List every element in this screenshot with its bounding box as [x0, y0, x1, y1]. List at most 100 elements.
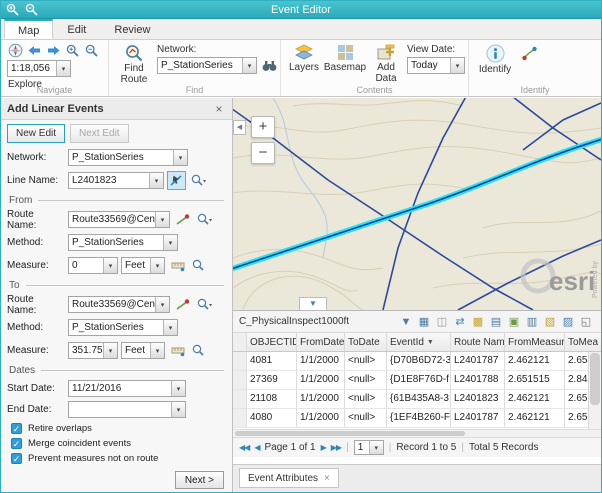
map-scale-select[interactable]: 1:18,056▾	[7, 60, 71, 77]
layers-button[interactable]: Layers	[285, 44, 323, 73]
pick-from-measure-icon[interactable]	[168, 256, 187, 275]
row-handle[interactable]	[233, 352, 247, 370]
table-row[interactable]: 273691/1/2000<null>{D1E8F76D-fL24017882.…	[233, 371, 588, 390]
checkbox-checked-icon[interactable]: ✓	[11, 423, 22, 434]
line-name-select[interactable]: L2401823▾	[68, 172, 164, 189]
basemap-button[interactable]: Basemap	[325, 44, 365, 73]
zoom-to-to-route-icon[interactable]	[195, 295, 214, 314]
chevron-down-icon: ▾	[149, 173, 163, 188]
explore-icon[interactable]	[7, 43, 23, 58]
row-handle-header[interactable]	[233, 333, 247, 351]
statistics-icon[interactable]: ▥	[523, 314, 541, 330]
column-header[interactable]: FromMeasure	[505, 333, 565, 351]
zoom-out-icon[interactable]	[24, 2, 38, 16]
zoom-in-icon[interactable]	[5, 2, 19, 16]
ribbon-zoom-in-icon[interactable]	[64, 43, 80, 58]
to-method-select[interactable]: P_StationSeries▾	[68, 319, 178, 336]
map-zoom-in-button[interactable]: +	[251, 116, 275, 138]
zoom-to-to-measure-icon[interactable]	[190, 341, 209, 360]
table-vertical-scrollbar[interactable]	[588, 352, 601, 437]
column-header[interactable]: FromDate	[297, 333, 345, 351]
table-toolbar: ▼▦◫⇄▩▤▣▥▧▨◱	[397, 314, 595, 330]
previous-extent-icon[interactable]	[26, 43, 42, 58]
tab-map[interactable]: Map	[4, 19, 53, 39]
binoculars-icon[interactable]	[261, 58, 277, 73]
from-method-select[interactable]: P_StationSeries▾	[68, 234, 178, 251]
row-handle[interactable]	[233, 409, 247, 427]
column-header[interactable]: OBJECTID	[247, 333, 297, 351]
table-row[interactable]: 40811/1/2000<null>{D70B6D72-3L24017872.4…	[233, 352, 588, 371]
next-edit-button[interactable]: Next Edit	[70, 124, 129, 143]
page-size-select[interactable]: 1▾	[354, 440, 384, 455]
last-page-icon[interactable]: ▶▶	[331, 443, 341, 452]
table-row[interactable]: 211081/1/2000<null>{61B435A8-3:L24018232…	[233, 390, 588, 409]
from-unit-select[interactable]: Feet▾	[121, 257, 165, 274]
maximize-icon[interactable]: ◱	[577, 314, 595, 330]
table-row[interactable]: 40801/1/2000<null>{1EF4B260-FL24017872.4…	[233, 409, 588, 428]
tab-edit[interactable]: Edit	[53, 19, 100, 39]
collapse-panel-icon[interactable]: ◀	[233, 120, 246, 135]
end-date-input[interactable]: ▾	[68, 401, 186, 418]
map-view[interactable]: esri Powered by ◀ + − ▼	[233, 98, 601, 310]
zoom-to-from-measure-icon[interactable]	[190, 256, 209, 275]
next-button[interactable]: Next >	[175, 471, 224, 489]
tab-event-attributes[interactable]: Event Attributes ×	[239, 468, 339, 488]
table-cell: L2401823	[451, 390, 505, 408]
clear-selection-icon[interactable]: ◫	[433, 314, 451, 330]
group-label-find: Find	[109, 85, 280, 95]
first-page-icon[interactable]: ◀◀	[239, 443, 249, 452]
start-date-input[interactable]: 11/21/2016▾	[68, 380, 186, 397]
column-header[interactable]: EventId▼	[387, 333, 451, 351]
new-edit-button[interactable]: New Edit	[7, 124, 65, 143]
retire-overlaps-option[interactable]: ✓ Retire overlaps	[1, 422, 232, 435]
row-handle[interactable]	[233, 390, 247, 408]
map-zoom-out-button[interactable]: −	[251, 142, 275, 164]
to-measure-input[interactable]: 351.75▾	[68, 342, 118, 359]
column-header[interactable]: Route Name	[451, 333, 505, 351]
network-select[interactable]: P_StationSeries▾	[68, 149, 188, 166]
collapse-table-icon[interactable]: ▼	[299, 297, 327, 310]
switch-selection-icon[interactable]: ⇄	[451, 314, 469, 330]
panel-title: Add Linear Events	[7, 103, 212, 115]
page-status: Page 1 of 1	[264, 442, 315, 453]
checkbox-checked-icon[interactable]: ✓	[11, 453, 22, 464]
tab-review[interactable]: Review	[100, 19, 164, 39]
select-line-on-map-icon[interactable]	[167, 171, 186, 190]
column-options-icon[interactable]: ▨	[559, 314, 577, 330]
add-data-button[interactable]: Add Data	[367, 44, 405, 84]
locate-route-icon[interactable]	[521, 46, 537, 61]
next-extent-icon[interactable]	[45, 43, 61, 58]
to-unit-select[interactable]: Feet▾	[121, 342, 165, 359]
save-icon[interactable]: ▣	[505, 314, 523, 330]
to-route-name-select[interactable]: Route33569@Cenb▾	[68, 296, 170, 313]
time-filter-icon[interactable]: ▤	[487, 314, 505, 330]
ribbon-network-select[interactable]: P_StationSeries▾	[157, 57, 257, 74]
view-date-select[interactable]: Today▾	[407, 57, 465, 74]
table-horizontal-scrollbar[interactable]	[233, 429, 601, 437]
close-tab-icon[interactable]: ×	[324, 473, 330, 484]
export-icon[interactable]: ▧	[541, 314, 559, 330]
zoom-to-line-icon[interactable]	[189, 171, 208, 190]
selection-menu-icon[interactable]: ▼	[397, 314, 415, 330]
next-page-icon[interactable]: ▶	[321, 443, 326, 452]
checkbox-checked-icon[interactable]: ✓	[11, 438, 22, 449]
prevent-measures-option[interactable]: ✓ Prevent measures not on route	[1, 452, 232, 465]
row-handle[interactable]	[233, 371, 247, 389]
close-icon[interactable]: ×	[212, 102, 226, 116]
zoom-to-selection-icon[interactable]: ▩	[469, 314, 487, 330]
from-measure-input[interactable]: 0▾	[68, 257, 118, 274]
identify-button[interactable]: Identify	[473, 44, 517, 75]
from-route-name-select[interactable]: Route33569@Cenb▾	[68, 211, 170, 228]
find-route-button[interactable]: Find Route	[117, 44, 151, 85]
previous-page-icon[interactable]: ◀	[254, 443, 259, 452]
zoom-to-from-route-icon[interactable]	[195, 210, 214, 229]
column-header[interactable]: ToMea	[565, 333, 601, 351]
select-from-route-on-map-icon[interactable]	[173, 210, 192, 229]
column-header[interactable]: ToDate	[345, 333, 387, 351]
select-to-route-on-map-icon[interactable]	[173, 295, 192, 314]
map-canvas[interactable]: esri Powered by	[233, 98, 601, 310]
pick-to-measure-icon[interactable]	[168, 341, 187, 360]
related-tables-icon[interactable]: ▦	[415, 314, 433, 330]
merge-coincident-events-option[interactable]: ✓ Merge coincident events	[1, 437, 232, 450]
ribbon-zoom-out-icon[interactable]	[83, 43, 99, 58]
